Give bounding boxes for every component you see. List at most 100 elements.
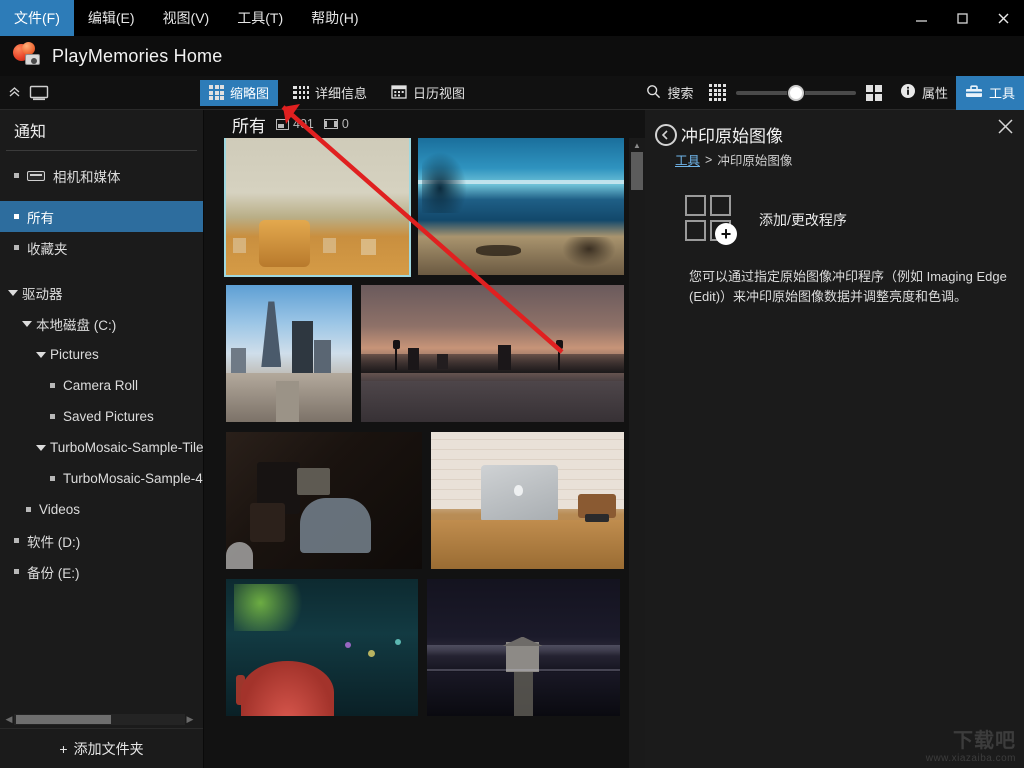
thumbnail-dark-machinery[interactable] [226,432,422,569]
scroll-up-arrow-icon[interactable]: ▲ [629,138,645,152]
breadcrumb-separator: > [705,152,713,167]
playmemories-window: 文件(F) 编辑(E) 视图(V) 工具(T) 帮助(H) PlayMemori… [0,0,1024,768]
scrollbar-track[interactable] [14,714,185,725]
right-panel: 冲印原始图像 工具 > 冲印原始图像 + 添加/更改程序 您可以通过指定原始图像… [645,110,1024,768]
zoom-slider[interactable] [735,76,856,110]
scrollbar-thumb[interactable] [631,152,643,190]
menu-item-view[interactable]: 视图(V) [149,0,224,36]
close-panel-button[interactable] [997,118,1014,140]
photo-icon [276,118,289,130]
back-arrow-icon[interactable] [655,123,677,146]
monitor-icon[interactable] [29,85,49,101]
toolbar-left-group [0,85,200,101]
bullet-icon [14,538,19,543]
sidebar-item-drives[interactable]: 驱动器 [0,277,203,308]
scroll-left-arrow-icon[interactable]: ◀ [4,714,14,725]
thumbnail-red-umbrella[interactable] [226,579,418,716]
properties-label: 属性 [921,86,948,101]
view-mode-tabs: 缩略图 详细信息 日历视图 [200,79,474,106]
sidebar-item-turbomosaic-sample-4[interactable]: TurboMosaic-Sample-4€ [0,463,203,494]
sidebar-item-label: Saved Pictures [63,409,154,424]
sidebar-item-label: Pictures [50,347,99,362]
sidebar-item-favorites[interactable]: 收藏夹 [0,232,203,263]
sidebar-item-label: 收藏夹 [27,241,68,257]
sidebar-horizontal-scrollbar[interactable]: ◀ ▶ [4,713,195,726]
plus-badge-icon: + [715,223,737,245]
breadcrumb: 工具 > 冲印原始图像 [645,147,1024,169]
bullet-icon [14,569,19,574]
app-header: PlayMemories Home [0,36,1024,76]
photo-count-value: 401 [293,117,314,131]
menu-item-tools[interactable]: 工具(T) [223,0,297,36]
right-panel-description: 您可以通过指定原始图像冲印程序（例如 Imaging Edge (Edit)）来… [689,269,1007,304]
sidebar-item-camera-media[interactable]: 相机和媒体 [0,160,203,191]
zoom-slider-thumb[interactable] [787,84,804,101]
sidebar-header: 通知 [14,124,47,141]
sidebar-item-turbomosaic-sample-tile[interactable]: TurboMosaic-Sample-Tile [0,432,203,463]
sidebar-item-backup-e[interactable]: 备份 (E:) [0,556,203,587]
grid-small-icon[interactable] [709,84,726,101]
list-detail-icon [293,86,310,99]
sidebar-item-local-disk-c[interactable]: 本地磁盘 (C:) [0,308,203,339]
watermark: 下载吧 www.xiazaiba.com [926,724,1016,764]
grid-large-icon[interactable] [865,84,882,101]
sidebar-item-all[interactable]: 所有 [0,201,203,232]
chevron-down-icon [36,444,46,451]
properties-button[interactable]: 属性 [892,78,956,108]
add-program-label[interactable]: 添加/更改程序 [759,210,847,230]
add-program-row[interactable]: + 添加/更改程序 [645,169,1024,245]
chevron-down-icon [36,351,46,358]
tab-detail-view[interactable]: 详细信息 [284,80,376,106]
minimize-button[interactable] [901,0,942,36]
scrollbar-thumb[interactable] [16,715,111,724]
tab-calendar-view[interactable]: 日历视图 [382,80,474,106]
sidebar-item-label: 软件 (D:) [27,534,81,550]
grid-thumbnail-icon [209,85,224,100]
sidebar-item-saved-pictures[interactable]: Saved Pictures [0,401,203,432]
scroll-right-arrow-icon[interactable]: ▶ [185,714,195,725]
add-folder-button[interactable]: + 添加文件夹 [0,728,203,768]
sidebar-item-videos[interactable]: Videos [0,494,203,525]
sidebar-item-label: 驱动器 [22,286,63,302]
video-count-value: 0 [341,117,349,131]
sidebar-item-label: 备份 (E:) [27,565,80,581]
content-area: 所有 401 0 ▲ [204,110,645,768]
sidebar-item-software-d[interactable]: 软件 (D:) [0,525,203,556]
content-vertical-scrollbar[interactable]: ▲ [629,138,645,768]
thumbnail-beach-ocean[interactable] [418,138,624,275]
toolbar-right-group: 搜索 属性 工具 [638,75,1024,110]
sidebar-item-label: Camera Roll [63,378,139,393]
chevron-up-icon[interactable] [8,86,21,99]
sidebar-item-pictures[interactable]: Pictures [0,339,203,370]
thumbnail-city-skyline[interactable] [226,285,352,422]
bullet-icon [50,476,55,481]
bullet-icon [50,383,55,388]
breadcrumb-root-link[interactable]: 工具 [675,150,700,169]
maximize-button[interactable] [942,0,983,36]
search-icon [646,84,661,102]
calendar-icon [391,84,407,102]
menu-item-help[interactable]: 帮助(H) [297,0,372,36]
tools-button[interactable]: 工具 [955,75,1024,110]
thumbnail-grid [204,138,629,768]
search-button[interactable]: 搜索 [638,78,701,108]
menu-item-edit[interactable]: 编辑(E) [74,0,149,36]
bullet-icon [50,414,55,419]
menu-item-file[interactable]: 文件(F) [0,0,74,36]
thumbnail-laptop-desk[interactable] [431,432,624,569]
titlebar: 文件(F) 编辑(E) 视图(V) 工具(T) 帮助(H) [0,0,1024,36]
sidebar-item-label: TurboMosaic-Sample-Tile [50,440,203,455]
sidebar-item-label: 相机和媒体 [53,169,121,185]
right-panel-header: 冲印原始图像 [645,110,1024,147]
video-icon [323,119,338,129]
close-button[interactable] [983,0,1024,36]
info-icon [900,83,916,102]
chevron-down-icon [22,320,32,327]
thumbnail-boathouse-night[interactable] [427,579,620,716]
tab-detail-label: 详细信息 [315,86,368,101]
thumbnail-hay-bale-field[interactable] [224,138,411,277]
breadcrumb-current: 冲印原始图像 [717,154,793,168]
tab-thumbnail-view[interactable]: 缩略图 [200,79,279,106]
thumbnail-bridge-dusk[interactable] [361,285,624,422]
sidebar-item-camera-roll[interactable]: Camera Roll [0,370,203,401]
